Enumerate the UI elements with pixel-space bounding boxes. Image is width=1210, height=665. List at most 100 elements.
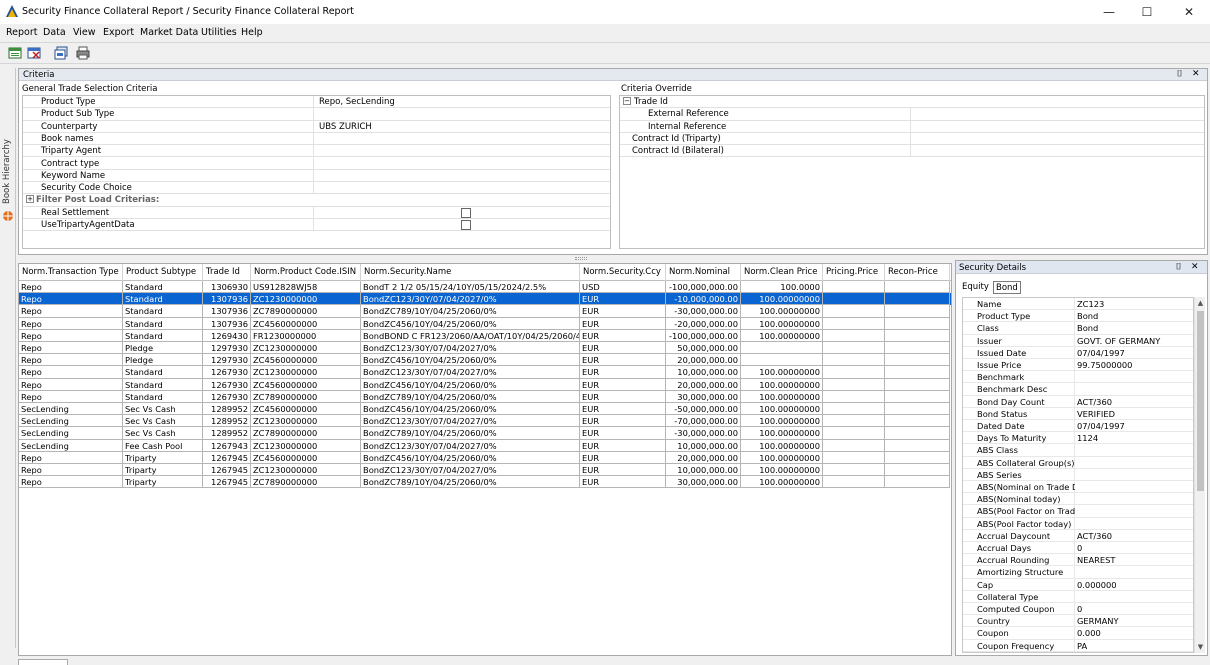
menu-data[interactable]: Data <box>43 27 66 38</box>
table-cell[interactable]: Standard <box>123 305 203 318</box>
table-row[interactable]: Repo Standard 1307936 ZC7890000000 BondZC789… <box>19 305 951 318</box>
table-cell[interactable] <box>741 342 823 355</box>
property-row[interactable]: Accrual Daycount ACT/360 <box>963 529 1193 542</box>
table-cell[interactable] <box>823 451 885 464</box>
property-row[interactable]: Bond Status VERIFIED <box>963 407 1193 420</box>
criteria-row-contract-type[interactable]: Contract type <box>23 157 610 170</box>
table-cell[interactable]: EUR <box>580 317 666 330</box>
table-cell[interactable]: -30,000,000.00 <box>666 427 741 440</box>
close-icon[interactable]: ✕ <box>1192 69 1200 79</box>
table-cell[interactable] <box>823 464 885 477</box>
table-row[interactable]: SecLending Sec Vs Cash 1289952 ZC7890000000… <box>19 427 951 440</box>
table-cell[interactable]: Standard <box>123 378 203 391</box>
menu-view[interactable]: View <box>73 27 96 38</box>
table-cell[interactable] <box>823 390 885 403</box>
table-cell[interactable]: 1307936 <box>203 305 251 318</box>
table-cell[interactable]: 100.00000000 <box>741 366 823 379</box>
table-cell[interactable]: Repo <box>19 305 123 318</box>
table-cell[interactable]: BondZC456/10Y/04/25/2060/0% <box>361 354 580 367</box>
table-cell[interactable]: EUR <box>580 415 666 428</box>
table-cell[interactable]: BondZC123/30Y/07/04/2027/0% <box>361 464 580 477</box>
table-cell[interactable]: ZC1230000000 <box>251 366 361 379</box>
table-cell[interactable]: ZC1230000000 <box>251 464 361 477</box>
table-cell[interactable] <box>885 354 950 367</box>
criteria-row-real-settlement[interactable]: Real Settlement <box>23 206 610 219</box>
table-cell[interactable]: -70,000,000.00 <box>666 415 741 428</box>
table-cell[interactable]: Pledge <box>123 354 203 367</box>
criteria-row-security-code-choice[interactable]: Security Code Choice <box>23 182 610 195</box>
table-cell[interactable]: 1267943 <box>203 439 251 452</box>
table-cell[interactable] <box>885 342 950 355</box>
table-cell[interactable]: ZC7890000000 <box>251 305 361 318</box>
criteria-row-filter-post-load[interactable]: + Filter Post Load Criterias: <box>23 194 610 207</box>
criteria-row-triparty-agent[interactable]: Triparty Agent <box>23 145 610 158</box>
property-row[interactable]: ABS Series <box>963 468 1193 481</box>
table-cell[interactable] <box>885 378 950 391</box>
table-cell[interactable]: 1267945 <box>203 476 251 489</box>
table-cell[interactable]: Repo <box>19 317 123 330</box>
real-settlement-checkbox[interactable] <box>461 207 471 218</box>
menu-export[interactable]: Export <box>103 27 134 38</box>
table-cell[interactable]: 100.00000000 <box>741 378 823 391</box>
table-cell[interactable]: -50,000,000.00 <box>666 403 741 416</box>
table-cell[interactable]: BondZC123/30Y/07/04/2027/0% <box>361 293 580 306</box>
table-cell[interactable] <box>823 378 885 391</box>
column-header[interactable]: Norm.Security.Name <box>361 264 580 281</box>
table-cell[interactable]: BondZC789/10Y/04/25/2060/0% <box>361 476 580 489</box>
table-cell[interactable]: 100.00000000 <box>741 439 823 452</box>
column-header[interactable]: Trade Id <box>203 264 251 281</box>
table-row[interactable]: Repo Triparty 1267945 ZC4560000000 BondZC456… <box>19 451 951 464</box>
table-cell[interactable]: -100,000,000.00 <box>666 281 741 294</box>
table-cell[interactable]: Repo <box>19 281 123 294</box>
property-row[interactable]: Benchmark Desc <box>963 383 1193 396</box>
table-cell[interactable]: ZC1230000000 <box>251 415 361 428</box>
table-cell[interactable] <box>885 439 950 452</box>
table-cell[interactable]: 1307936 <box>203 293 251 306</box>
table-row[interactable]: Repo Standard 1306930 US912828WJ58 BondT 2 1… <box>19 281 951 294</box>
column-header[interactable]: Norm.Product Code.ISIN <box>251 264 361 281</box>
tab-bond[interactable]: Bond <box>993 281 1021 294</box>
property-row[interactable]: Issue Price 99.75000000 <box>963 359 1193 372</box>
table-cell[interactable] <box>885 427 950 440</box>
column-header[interactable]: Norm.Security.Ccy <box>580 264 666 281</box>
table-cell[interactable]: Sec Vs Cash <box>123 427 203 440</box>
table-cell[interactable]: EUR <box>580 354 666 367</box>
table-cell[interactable]: 100.00000000 <box>741 293 823 306</box>
table-cell[interactable]: ZC4560000000 <box>251 378 361 391</box>
table-cell[interactable]: 1297930 <box>203 342 251 355</box>
property-row[interactable]: ABS Class <box>963 444 1193 457</box>
table-cell[interactable]: 30,000,000.00 <box>666 390 741 403</box>
table-cell[interactable]: BondZC456/10Y/04/25/2060/0% <box>361 317 580 330</box>
table-cell[interactable] <box>885 451 950 464</box>
table-cell[interactable]: Repo <box>19 366 123 379</box>
table-cell[interactable] <box>823 415 885 428</box>
scroll-down-icon[interactable]: ▼ <box>1196 642 1205 652</box>
table-cell[interactable]: 1267930 <box>203 366 251 379</box>
table-row[interactable]: Repo Triparty 1267945 ZC7890000000 BondZC789… <box>19 476 951 489</box>
expand-icon[interactable]: + <box>26 195 34 204</box>
column-header[interactable]: Recon-Price <box>885 264 950 281</box>
maximize-button[interactable]: ☐ <box>1130 2 1164 22</box>
table-cell[interactable]: Standard <box>123 390 203 403</box>
property-row[interactable]: Dated Date 07/04/1997 <box>963 420 1193 433</box>
table-cell[interactable] <box>885 476 950 489</box>
table-cell[interactable]: BondZC789/10Y/04/25/2060/0% <box>361 390 580 403</box>
property-row[interactable]: ABS(Pool Factor on Trad... <box>963 505 1193 518</box>
table-cell[interactable]: Repo <box>19 329 123 342</box>
table-cell[interactable] <box>885 293 950 306</box>
table-cell[interactable] <box>823 427 885 440</box>
save-icon[interactable] <box>54 46 68 60</box>
table-cell[interactable]: 100.0000 <box>741 281 823 294</box>
criteria-row-use-triparty-agent-data[interactable]: UseTripartyAgentData <box>23 219 610 232</box>
table-cell[interactable] <box>823 329 885 342</box>
table-cell[interactable]: 1289952 <box>203 403 251 416</box>
collapse-icon[interactable]: − <box>623 97 631 105</box>
table-cell[interactable]: Repo <box>19 451 123 464</box>
table-cell[interactable]: FR1230000000 <box>251 329 361 342</box>
table-cell[interactable]: 1297930 <box>203 354 251 367</box>
table-cell[interactable]: Repo <box>19 342 123 355</box>
property-row[interactable]: Bond Day Count ACT/360 <box>963 395 1193 408</box>
override-row-contract-id-triparty[interactable]: Contract Id (Triparty) <box>620 132 1204 146</box>
table-cell[interactable] <box>885 305 950 318</box>
table-cell[interactable] <box>823 281 885 294</box>
